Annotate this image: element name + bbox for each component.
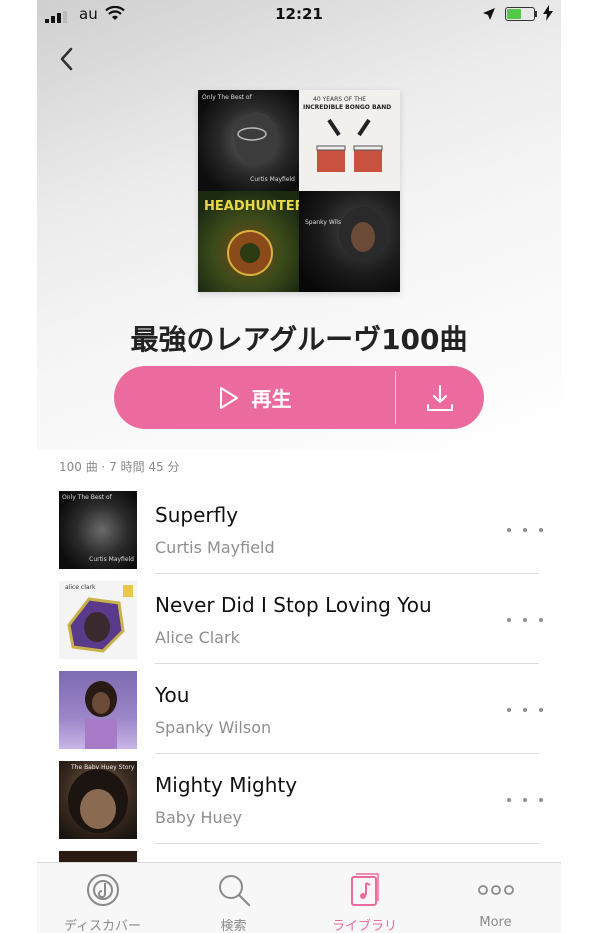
tab-search-label: 検索: [220, 919, 247, 933]
tab-library[interactable]: ライブラリ: [299, 863, 430, 933]
library-icon: [350, 873, 379, 906]
tab-more-label: More: [479, 915, 512, 930]
status-bar: au 12:21: [37, 0, 561, 30]
portrait-illustration: [85, 681, 117, 749]
more-dot: [539, 618, 543, 622]
track-row[interactable]: alice clark Never Did I Stop Loving You …: [37, 574, 561, 664]
circuit-illustration: [227, 230, 273, 276]
download-icon: [427, 384, 453, 411]
playlist-title: 最強のレアグルーヴ100曲: [130, 323, 468, 356]
track-thumbnail: Only The Best of Curtis Mayfield: [59, 491, 137, 569]
more-dot: [523, 798, 527, 802]
more-dot: [523, 618, 527, 622]
more-icon: [477, 885, 514, 895]
artwork-tile-headhunters: HEADHUNTERS: [198, 191, 299, 292]
playlist-artwork: Only The Best of Curtis Mayfield 40 YEAR…: [198, 90, 400, 292]
tab-more[interactable]: More: [430, 863, 561, 933]
charging-bolt-icon: [543, 5, 553, 25]
track-summary: 100 曲 · 7 時間 45 分: [59, 460, 180, 474]
more-dot: [507, 618, 511, 622]
artwork-tile-bongo-band: 40 YEARS OF THE INCREDIBLE BONGO BAND: [299, 90, 400, 191]
battery-tip: [535, 11, 537, 17]
track-more-button[interactable]: [507, 698, 543, 722]
track-title: Mighty Mighty: [155, 773, 298, 797]
battery-level: [507, 9, 521, 19]
more-dot: [507, 708, 511, 712]
album-shape-illustration: [67, 585, 133, 653]
track-row[interactable]: Only The Best of Curtis Mayfield Superfl…: [37, 484, 561, 574]
phone-screen: au 12:21 Only The Best of Curtis Mayfiel…: [37, 0, 561, 933]
more-dot: [539, 798, 543, 802]
track-more-button[interactable]: [507, 608, 543, 632]
play-controls: 再生: [114, 366, 484, 429]
portrait-illustration: [339, 207, 387, 259]
portrait-illustration: [68, 769, 128, 833]
more-dot: [539, 708, 543, 712]
download-button[interactable]: [396, 366, 484, 429]
bongo-drums-illustration: [316, 118, 383, 172]
track-title: Superfly: [155, 503, 239, 527]
tab-discover[interactable]: ディスカバー: [37, 863, 168, 933]
track-title: You: [155, 683, 190, 707]
more-dot: [507, 528, 511, 532]
track-row[interactable]: The Baby Huey Story Mighty Mighty Baby H…: [37, 754, 561, 844]
battery-icon: [505, 7, 535, 21]
tab-search[interactable]: 検索: [168, 863, 299, 933]
back-button[interactable]: [55, 44, 81, 74]
track-more-button[interactable]: [507, 518, 543, 542]
more-dot: [523, 528, 527, 532]
track-artist: Alice Clark: [155, 628, 240, 647]
more-dot: [523, 708, 527, 712]
artwork-tile-spanky-wilson: Spanky Wilson: [299, 191, 400, 292]
tab-discover-label: ディスカバー: [63, 919, 142, 933]
track-title: Never Did I Stop Loving You: [155, 593, 432, 617]
chevron-left-icon: [60, 47, 73, 71]
discover-icon: [86, 874, 119, 906]
play-icon: [219, 386, 238, 409]
tab-library-label: ライブラリ: [331, 919, 397, 933]
track-thumbnail: [59, 671, 137, 749]
more-dot: [539, 528, 543, 532]
search-icon: [218, 875, 250, 907]
track-artist: Curtis Mayfield: [155, 538, 275, 557]
track-thumbnail: alice clark: [59, 581, 137, 659]
track-artist: Baby Huey: [155, 808, 242, 827]
more-dot: [507, 798, 511, 802]
location-arrow-icon: [482, 7, 496, 25]
track-more-button[interactable]: [507, 788, 543, 812]
thumbnail-subtext: Curtis Mayfield: [89, 556, 134, 563]
track-thumbnail: The Baby Huey Story: [59, 761, 137, 839]
tab-bar: ディスカバー 検索 ライブラリ More: [37, 862, 561, 933]
thumbnail-text: Only The Best of: [62, 494, 112, 501]
artwork-tile-curtis-mayfield: Only The Best of Curtis Mayfield: [198, 90, 299, 191]
portrait-illustration: [234, 112, 278, 164]
track-row[interactable]: You Spanky Wilson: [37, 664, 561, 754]
track-artist: Spanky Wilson: [155, 718, 272, 737]
play-button-label: 再生: [251, 387, 292, 411]
play-button[interactable]: 再生: [114, 366, 395, 429]
